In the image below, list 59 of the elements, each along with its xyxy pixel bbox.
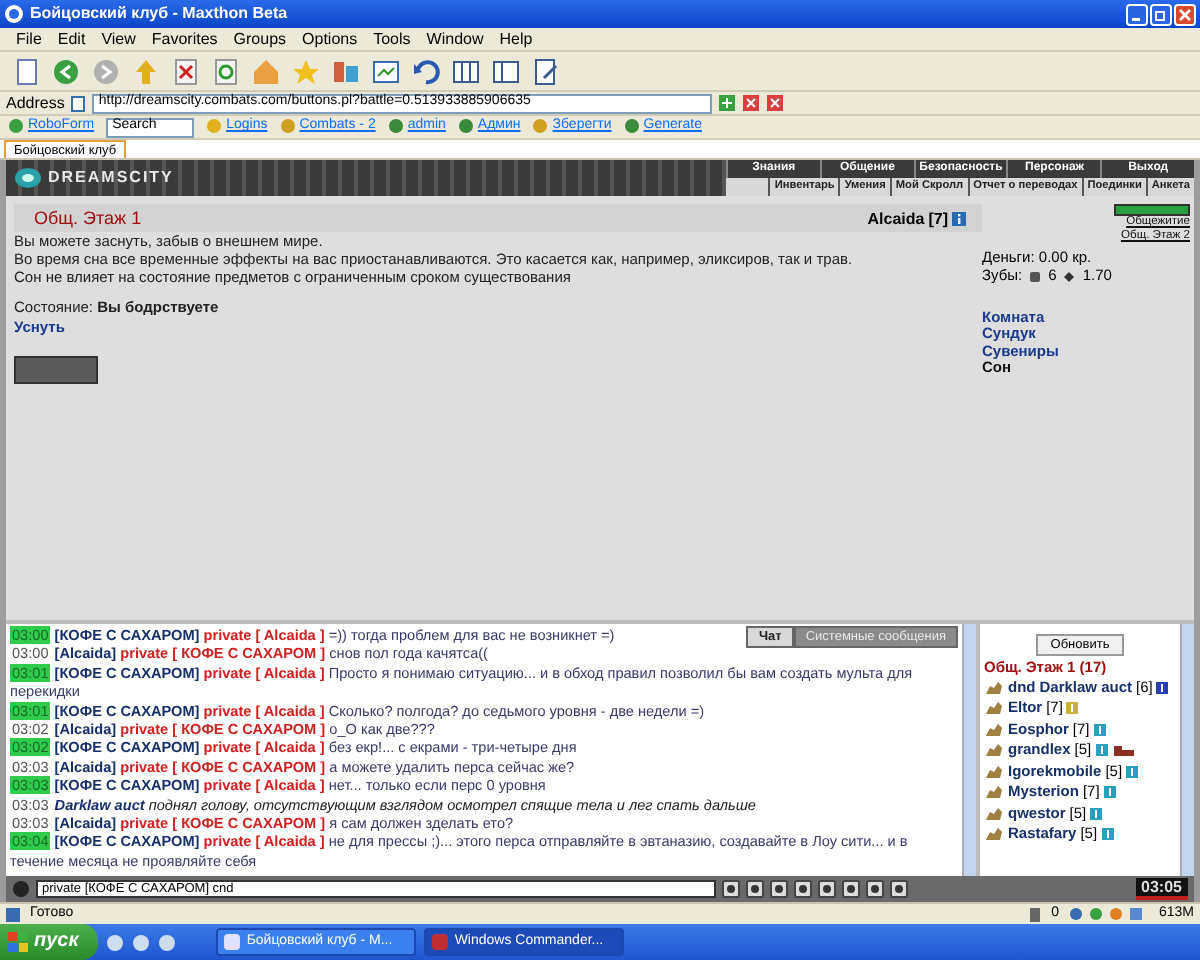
minimize-button[interactable]: [1126, 3, 1148, 25]
link-icon: [457, 118, 474, 135]
diamond-icon: [1064, 271, 1075, 282]
link-icon: [279, 118, 296, 135]
address-label: Address: [6, 93, 65, 113]
character-name[interactable]: Alcaida: [867, 209, 925, 228]
link-icon: [623, 118, 640, 135]
logo-text: DREAMSCITY: [48, 168, 174, 188]
back-icon[interactable]: [52, 57, 80, 85]
room-title: Общ. Этаж 1: [34, 208, 142, 229]
tooth-icon: [1030, 271, 1041, 282]
link-icon: [8, 118, 24, 135]
panel-icon[interactable]: [492, 57, 520, 85]
menu-item[interactable]: File: [16, 29, 42, 49]
clock-display: 03:05: [1135, 877, 1188, 901]
page-status-icon: [6, 907, 20, 921]
online-scrollbar[interactable]: [1180, 624, 1194, 876]
info-icon[interactable]: [952, 211, 966, 226]
boot-icon: [1111, 744, 1136, 757]
new-page-icon[interactable]: [12, 57, 40, 85]
menu-item[interactable]: Edit: [57, 29, 86, 49]
close-all-icon[interactable]: [766, 94, 785, 112]
page-icon: [70, 95, 87, 111]
browser-logo-icon: [4, 4, 24, 24]
window-icon[interactable]: [372, 57, 400, 85]
menu-item[interactable]: Favorites: [151, 29, 218, 49]
character-rank: [7]: [928, 209, 948, 228]
columns-icon[interactable]: [452, 57, 480, 85]
edit-page-icon[interactable]: [532, 57, 560, 85]
menu-item[interactable]: Groups: [233, 29, 287, 49]
info-icon[interactable]: [1156, 681, 1169, 694]
star-icon[interactable]: [292, 57, 320, 85]
menu-item[interactable]: Window: [426, 29, 484, 49]
close-icon: [1178, 7, 1192, 21]
undo-icon[interactable]: [412, 57, 440, 85]
group-icon[interactable]: [332, 57, 360, 85]
menu-item[interactable]: Tools: [373, 29, 411, 49]
menu-item[interactable]: Options: [302, 29, 358, 49]
trash-icon: [1027, 906, 1042, 922]
window-title: Бойцовский клуб - Maxthon Beta: [30, 4, 288, 24]
menu-item[interactable]: Help: [499, 29, 533, 49]
go-icon[interactable]: [718, 94, 737, 112]
link-icon: [532, 118, 549, 135]
refresh-icon[interactable]: [212, 57, 240, 85]
chat-scrollbar[interactable]: [962, 624, 976, 876]
logo-emblem-icon: [14, 164, 42, 192]
menu-item[interactable]: View: [101, 29, 136, 49]
close-tab-icon[interactable]: [742, 94, 761, 112]
restore-icon: [1154, 7, 1168, 21]
stop-icon[interactable]: [172, 57, 200, 85]
app-icon: [432, 934, 449, 950]
forward-icon[interactable]: [92, 57, 120, 85]
counter-banner: [14, 356, 98, 385]
app-icon: [224, 934, 241, 950]
windows-flag-icon: [8, 932, 28, 952]
link-icon: [206, 118, 223, 135]
close-button[interactable]: [1174, 3, 1196, 25]
link-icon: [387, 118, 404, 135]
restore-button[interactable]: [1150, 3, 1172, 25]
